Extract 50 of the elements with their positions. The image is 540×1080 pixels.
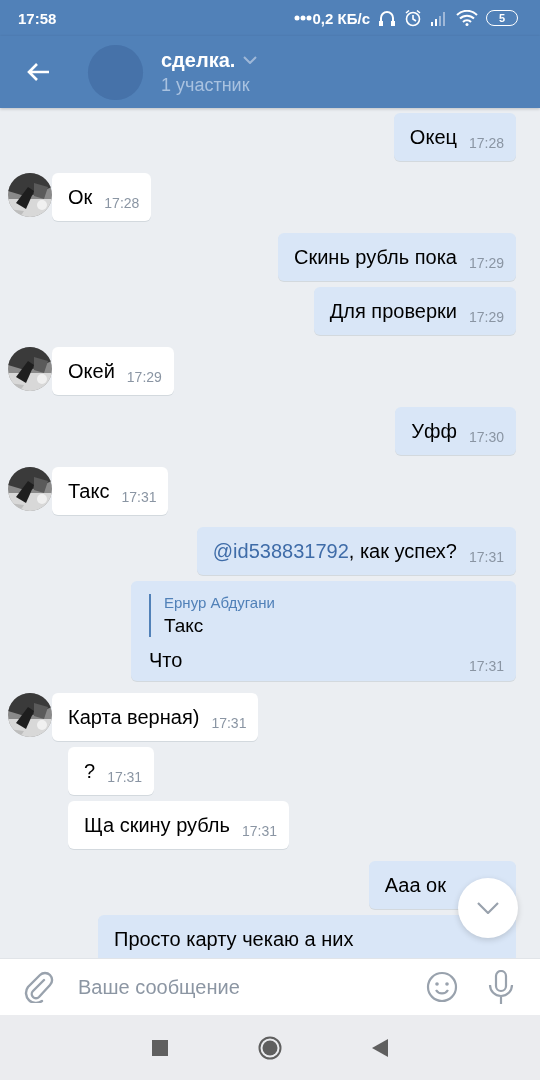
- quote-text: Такс: [164, 615, 205, 637]
- recent-apps-icon[interactable]: [152, 1039, 168, 1056]
- message-text: Скинь рубль пока: [293, 246, 457, 269]
- mention-link[interactable]: @id538831792: [212, 540, 349, 562]
- message-text: Ааа ок: [384, 874, 446, 897]
- chat-title[interactable]: сделка.: [161, 48, 236, 72]
- message-time: 17:30: [468, 429, 504, 445]
- message-input[interactable]: Ваше сообщение: [76, 974, 412, 1000]
- message-text: Просто карту чекаю а них: [114, 928, 354, 951]
- message-time: 17:28: [468, 135, 504, 151]
- message-text: Окец: [409, 126, 457, 149]
- message-text: Что: [149, 649, 183, 672]
- message-time: 17:31: [211, 715, 247, 731]
- message-time: 17:31: [121, 489, 157, 505]
- message-text: Окей: [68, 360, 115, 383]
- quote-author: Ернур Абдугани: [164, 594, 276, 611]
- paperclip-icon[interactable]: [24, 971, 54, 1003]
- message-text: Карта верная): [68, 706, 200, 729]
- message-time: 17:31: [468, 658, 504, 674]
- message-text: @id538831792, как успех?: [212, 540, 457, 563]
- member-count: 1 участник: [161, 74, 251, 96]
- message-text: Ок: [68, 186, 93, 209]
- message-time: 17:31: [107, 769, 143, 785]
- network-speed: 0,2 КБ/с: [312, 9, 370, 27]
- message-field[interactable]: Ваше сообщение: [0, 958, 540, 1015]
- message-text: ?: [84, 760, 96, 783]
- alarm-clock-icon: [404, 9, 422, 27]
- smiley-icon[interactable]: [426, 971, 458, 1003]
- chevron-down-icon[interactable]: [243, 56, 258, 64]
- clock: 17:58: [18, 9, 57, 27]
- message-time: 17:29: [468, 255, 504, 271]
- message-text: Ща скину рубль: [84, 814, 230, 837]
- microphone-icon[interactable]: [488, 970, 514, 1004]
- reply-quote[interactable]: Ернур Абдугани Такс: [149, 594, 504, 637]
- message-time: 17:31: [468, 549, 504, 565]
- message-time: 17:28: [104, 195, 140, 211]
- back-arrow-icon[interactable]: [26, 62, 50, 82]
- message-time: 17:29: [468, 309, 504, 325]
- message-time: 17:31: [241, 823, 277, 839]
- message-text: Такс: [68, 480, 110, 503]
- signal-icon: [430, 10, 448, 26]
- wifi-icon: [456, 10, 478, 26]
- back-icon[interactable]: [372, 1038, 388, 1057]
- home-icon[interactable]: [258, 1035, 282, 1060]
- message-text: Уфф: [411, 420, 457, 443]
- notification-dots-icon: [293, 15, 312, 21]
- headphones-icon: [378, 9, 396, 27]
- chevron-down-icon: [477, 902, 499, 914]
- message-time: 17:29: [126, 369, 162, 385]
- message-text: Для проверки: [329, 300, 457, 323]
